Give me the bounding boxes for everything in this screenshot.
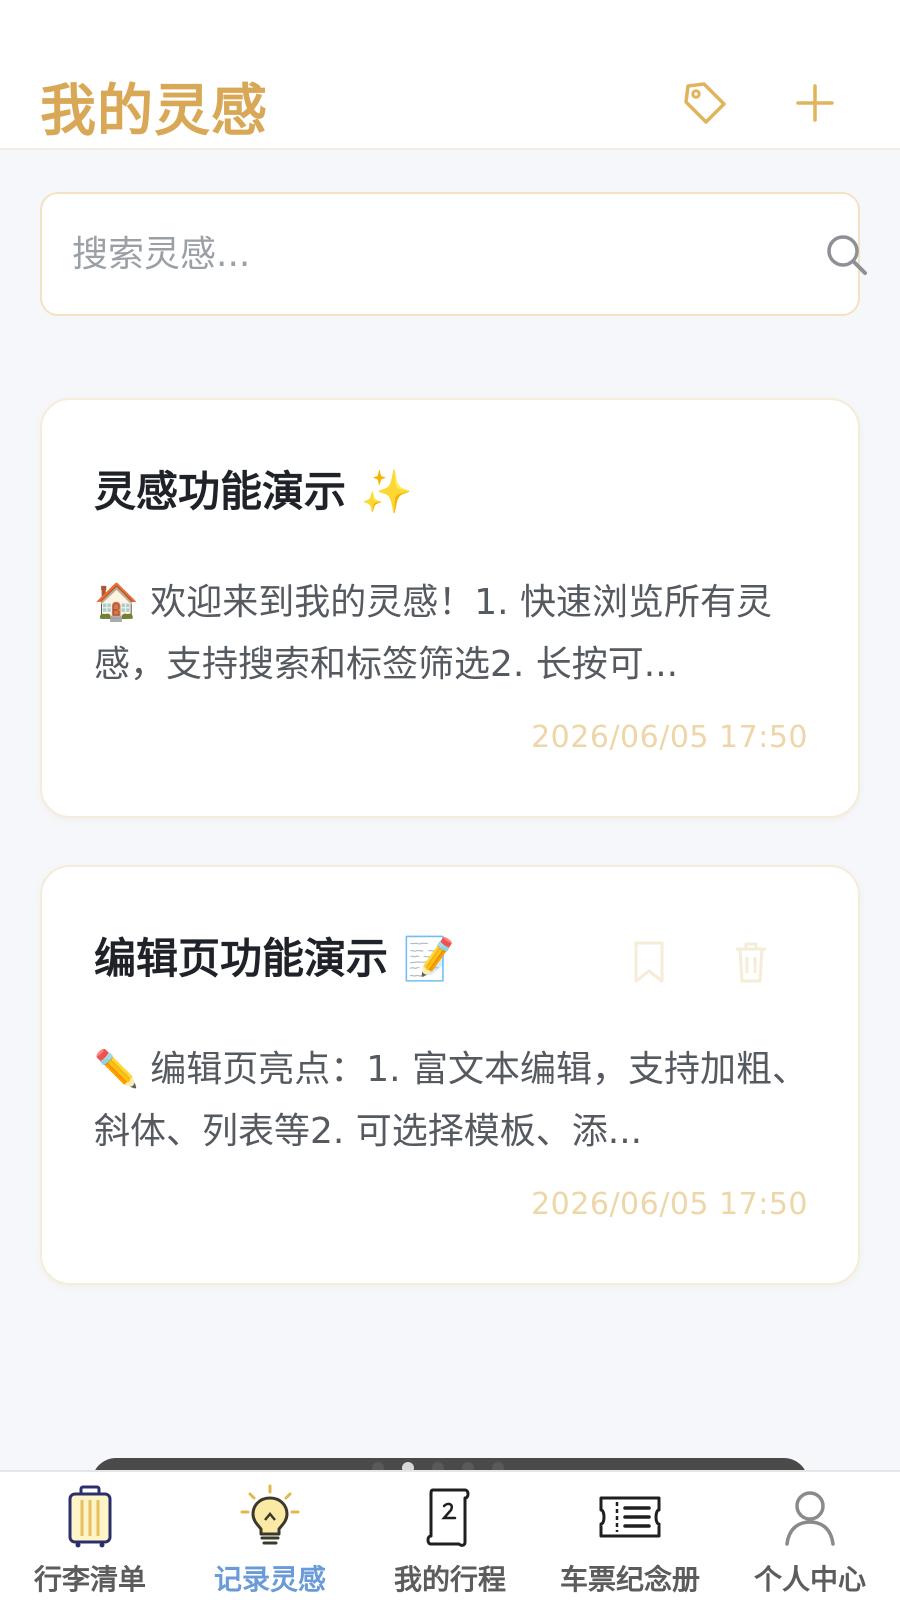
tab-label: 我的行程: [393, 1563, 506, 1596]
card-date: 2026/06/05 17:50: [531, 1187, 808, 1222]
tab-label: 记录灵感: [213, 1563, 326, 1596]
user-icon: [785, 1491, 835, 1546]
search-box: [40, 192, 867, 316]
plus-icon[interactable]: [790, 78, 840, 128]
tab-my-itinerary[interactable]: 我的行程: [360, 1472, 540, 1600]
tab-ticket-album[interactable]: 车票纪念册: [540, 1472, 720, 1600]
trash-icon[interactable]: [726, 937, 776, 987]
card-preview: ✏️ 编辑页亮点：1. 富文本编辑，支持加粗、斜体、列表等2. 可选择模板、添.…: [94, 1049, 809, 1152]
card-title: 灵感功能演示 ✨: [94, 467, 413, 516]
tab-luggage-list[interactable]: 行李清单: [0, 1472, 180, 1600]
inspiration-card[interactable]: 灵感功能演示 ✨ 🏠 欢迎来到我的灵感！1. 快速浏览所有灵感，支持搜索和标签筛…: [40, 398, 860, 818]
card-date: 2026/06/05 17:50: [531, 720, 808, 755]
tab-label: 个人中心: [753, 1563, 866, 1596]
tab-record-inspiration[interactable]: 记录灵感: [180, 1472, 360, 1600]
scroll-icon: [426, 1488, 470, 1547]
lightbulb-icon: [240, 1484, 300, 1545]
card-actions: [624, 937, 804, 987]
luggage-icon: [68, 1485, 112, 1548]
tag-icon[interactable]: [680, 78, 730, 128]
card-title: 编辑页功能演示 📝: [94, 934, 455, 983]
bookmark-icon[interactable]: [624, 937, 674, 987]
tab-label: 车票纪念册: [559, 1563, 700, 1596]
tab-personal-center[interactable]: 个人中心: [720, 1472, 900, 1600]
page-title: 我的灵感: [40, 79, 268, 144]
card-preview: 🏠 欢迎来到我的灵感！1. 快速浏览所有灵感，支持搜索和标签筛选2. 长按可..…: [94, 582, 773, 685]
header-bar: 我的灵感: [0, 0, 900, 150]
tab-bar: 行李清单 记录灵感 我的行程 车票纪念册 个人中心: [0, 1470, 900, 1600]
search-icon[interactable]: [822, 230, 872, 280]
inspiration-card[interactable]: 编辑页功能演示 📝 ✏️ 编辑页亮点：1. 富文本编辑，支持加粗、斜体、列表等2…: [40, 865, 860, 1285]
search-input[interactable]: [72, 224, 752, 284]
ticket-icon: [599, 1496, 661, 1538]
tab-label: 行李清单: [33, 1563, 146, 1596]
